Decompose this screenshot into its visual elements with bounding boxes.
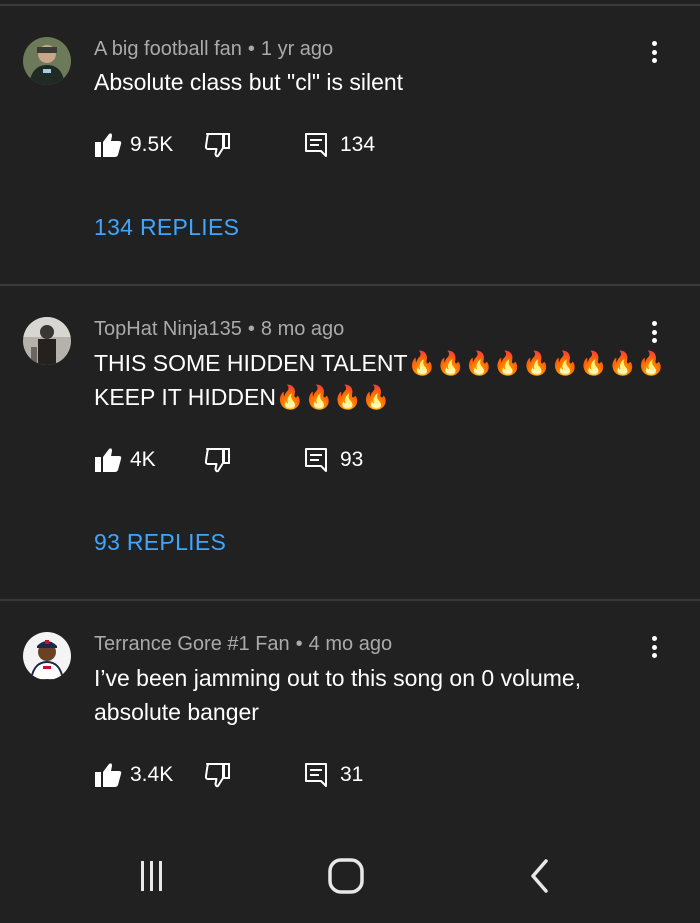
thumbs-up-icon [95, 763, 122, 787]
recents-button[interactable] [121, 856, 181, 896]
like-count: 9.5K [130, 133, 174, 156]
home-button[interactable] [316, 856, 376, 896]
more-vertical-icon[interactable] [644, 317, 664, 347]
comment-meta: Terrance Gore #1 Fan • 4 mo ago [94, 633, 392, 656]
like-button[interactable]: 9.5K [94, 130, 173, 160]
view-replies-link[interactable]: 134 REPLIES [94, 214, 239, 241]
comment-author[interactable]: A big football fan [94, 38, 242, 60]
comment-divider [0, 599, 700, 601]
reply-count: 93 [340, 448, 364, 471]
reply-count: 31 [340, 763, 364, 786]
comment-meta: TopHat Ninja135 • 8 mo ago [94, 318, 344, 341]
thumbs-up-icon [95, 133, 122, 157]
comment-icon [305, 448, 327, 472]
like-button[interactable]: 3.4K [94, 760, 173, 790]
back-button[interactable] [511, 856, 571, 896]
back-icon [531, 859, 548, 893]
comment-actions: 3.4K 31 [94, 760, 514, 790]
top-divider [0, 4, 700, 6]
avatar[interactable] [23, 632, 71, 680]
comment-actions: 9.5K 134 [94, 130, 514, 160]
avatar[interactable] [23, 37, 71, 85]
comment-time: 8 mo ago [260, 318, 345, 340]
comment-icon [305, 133, 327, 157]
comment-author[interactable]: Terrance Gore #1 Fan [94, 633, 290, 655]
separator-dot: • [295, 633, 303, 655]
comment-icon [305, 763, 327, 787]
like-button[interactable]: 4K [94, 445, 156, 475]
comment-text-line: THIS SOME HIDDEN TALENT🔥🔥🔥🔥🔥🔥🔥🔥🔥 [94, 350, 666, 376]
comment-text-line: KEEP IT HIDDEN🔥🔥🔥🔥 [94, 384, 391, 410]
comment-actions: 4K 93 [94, 445, 514, 475]
dislike-button[interactable] [204, 445, 232, 475]
comment-text: THIS SOME HIDDEN TALENT🔥🔥🔥🔥🔥🔥🔥🔥🔥 KEEP IT… [94, 346, 684, 414]
more-vertical-icon[interactable] [644, 37, 664, 67]
like-count: 3.4K [130, 763, 174, 786]
thumbs-up-icon [95, 448, 122, 472]
dislike-button[interactable] [204, 130, 232, 160]
comment-text: Absolute class but "cl" is silent [94, 69, 404, 95]
system-navigation-bar [0, 840, 700, 923]
separator-dot: • [247, 318, 255, 340]
thumbs-down-icon [204, 763, 230, 788]
home-icon [328, 858, 364, 894]
reply-button[interactable]: 31 [304, 760, 363, 790]
thumbs-down-icon [204, 448, 230, 473]
comment-text: I’ve been jamming out to this song on 0 … [94, 665, 582, 725]
view-replies-link[interactable]: 93 REPLIES [94, 529, 226, 556]
comment-time: 1 yr ago [260, 38, 334, 60]
thumbs-down-icon [204, 133, 230, 158]
comment-author[interactable]: TopHat Ninja135 [94, 318, 242, 340]
like-count: 4K [130, 448, 156, 471]
comment-time: 4 mo ago [308, 633, 393, 655]
avatar[interactable] [23, 317, 71, 365]
comment-divider [0, 284, 700, 286]
reply-button[interactable]: 93 [304, 445, 363, 475]
dislike-button[interactable] [204, 760, 232, 790]
separator-dot: • [247, 38, 255, 60]
reply-count: 134 [340, 133, 376, 156]
reply-button[interactable]: 134 [304, 130, 375, 160]
more-vertical-icon[interactable] [644, 632, 664, 662]
recents-icon [141, 861, 162, 891]
comment-meta: A big football fan • 1 yr ago [94, 38, 333, 61]
